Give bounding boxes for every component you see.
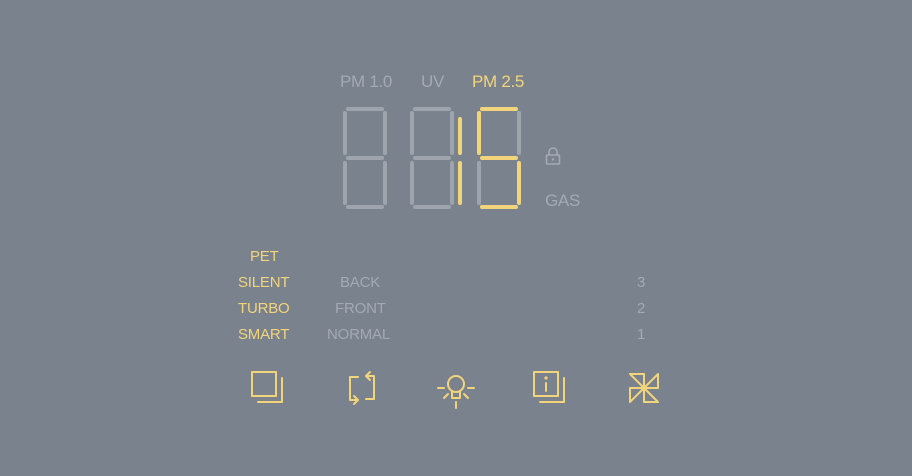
sensor-uv-label: UV [421,72,445,91]
seven-segment-display [338,106,534,210]
mode-back[interactable]: BACK [340,274,380,291]
level-1[interactable]: 1 [637,326,645,343]
mode-normal[interactable]: NORMAL [327,326,390,343]
lock-icon [544,146,562,166]
digit-2 [410,107,454,209]
digit-3 [477,107,521,209]
mode-front[interactable]: FRONT [335,300,386,317]
fan-icon[interactable] [620,364,668,412]
level-2[interactable]: 2 [637,300,645,317]
info-icon[interactable] [526,364,574,412]
mode-smart[interactable]: SMART [238,326,289,343]
level-3[interactable]: 3 [637,274,645,291]
recirculate-icon[interactable] [338,364,386,412]
mode-silent[interactable]: SILENT [238,274,290,291]
sensor-pm25-label: PM 2.5 [472,72,525,91]
digit-display-svg [343,107,521,209]
sensor-pm10-label: PM 1.0 [340,72,393,91]
digit-1 [343,107,387,209]
light-icon[interactable] [432,364,480,412]
filter-icon[interactable] [244,364,292,412]
mode-turbo[interactable]: TURBO [238,300,290,317]
mode-pet[interactable]: PET [250,248,279,265]
gas-label: GAS [545,191,581,210]
